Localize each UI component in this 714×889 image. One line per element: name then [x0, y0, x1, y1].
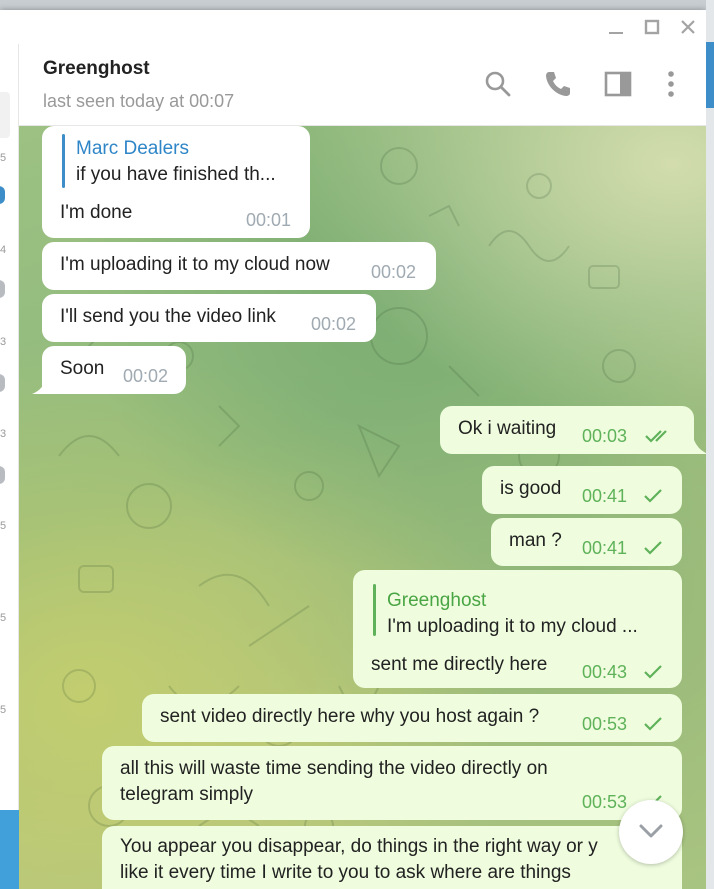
unread-badge	[0, 374, 5, 392]
dialog-item[interactable]: 4	[0, 244, 6, 256]
message-time: 00:01	[246, 210, 292, 230]
peer-name[interactable]: Greenghost	[43, 58, 150, 80]
reply-sender-name[interactable]: Marc Dealers	[76, 138, 189, 160]
sidebar-toggle-icon	[604, 71, 632, 97]
dialog-item[interactable]: 3	[0, 336, 6, 348]
close-button[interactable]	[674, 16, 702, 38]
message-text: Soon	[60, 358, 105, 379]
message-incoming[interactable]: Marc Dealers if you have finished th... …	[42, 126, 310, 238]
message-text: I'm done	[60, 202, 133, 223]
dialog-item[interactable]: 5	[0, 520, 6, 532]
maximize-icon	[644, 19, 660, 35]
message-text: sent me directly here	[371, 654, 548, 675]
telegram-window: 5 4 3 3 5 5 5 Greenghost last seen today…	[0, 10, 706, 889]
reply-quote-bar	[62, 134, 65, 188]
maximize-button[interactable]	[638, 16, 666, 38]
chevron-down-icon	[639, 824, 663, 838]
message-text: Ok i waiting	[458, 418, 557, 439]
search-icon	[485, 71, 511, 97]
check-icon	[644, 665, 662, 679]
title-bar	[0, 10, 706, 44]
message-text: is good	[500, 478, 562, 499]
check-icon	[644, 489, 662, 503]
message-time: 00:53	[582, 714, 628, 734]
double-check-icon	[645, 430, 667, 443]
dialog-date-fragment: 3	[0, 428, 6, 440]
message-text: I'm uploading it to my cloud now	[60, 254, 330, 275]
more-vert-icon	[668, 71, 674, 97]
message-list[interactable]: Marc Dealers if you have finished th... …	[19, 126, 706, 889]
message-time: 00:43	[582, 662, 628, 682]
dialogs-search-edge[interactable]	[0, 92, 10, 138]
check-icon	[644, 717, 662, 731]
message-outgoing[interactable]: sent video directly here why you host ag…	[142, 694, 682, 742]
message-time: 00:41	[582, 486, 628, 506]
message-incoming[interactable]: Soon 00:02	[42, 346, 186, 394]
message-text-line: telegram simply	[120, 784, 254, 805]
message-text-line: You appear you disappear, do things in t…	[120, 836, 598, 857]
message-time: 00:41	[582, 538, 628, 558]
message-text-line: all this will waste time sending the vid…	[120, 758, 548, 779]
dialogs-list-edge: 5 4 3 3 5 5 5	[0, 44, 19, 889]
dialog-date-fragment: 5	[0, 612, 6, 624]
background-window-accent	[706, 42, 714, 108]
message-outgoing[interactable]: Greenghost I'm uploading it to my cloud …	[353, 570, 682, 688]
dialog-item[interactable]: 5	[0, 704, 6, 716]
message-time: 00:02	[311, 314, 357, 334]
message-incoming[interactable]: I'll send you the video link 00:02	[42, 294, 376, 342]
message-outgoing[interactable]: is good 00:41	[482, 466, 682, 514]
message-text: I'll send you the video link	[60, 306, 276, 327]
dialog-item[interactable]: 5	[0, 152, 6, 164]
peer-last-seen: last seen today at 00:07	[43, 91, 235, 111]
reply-sender-name[interactable]: Greenghost	[387, 590, 486, 612]
scroll-to-bottom-button[interactable]	[619, 800, 683, 864]
bubble-tail	[694, 440, 706, 454]
minimize-button[interactable]	[602, 16, 630, 38]
check-icon	[644, 541, 662, 555]
unread-badge	[0, 186, 5, 204]
call-button[interactable]	[543, 69, 573, 99]
dialog-date-fragment: 4	[0, 244, 6, 256]
unread-badge	[0, 280, 5, 298]
more-button[interactable]	[656, 69, 686, 99]
message-text-line: like it every time I write to you to ask…	[120, 862, 571, 883]
close-icon	[681, 20, 695, 34]
dialog-item[interactable]: 5	[0, 612, 6, 624]
message-outgoing[interactable]: Ok i waiting 00:03	[440, 406, 694, 454]
message-time: 00:53	[582, 792, 628, 812]
background-window-edge	[706, 0, 714, 889]
message-text: sent video directly here why you host ag…	[160, 706, 540, 727]
chat-header: Greenghost last seen today at 00:07	[19, 44, 706, 126]
reply-quote-text[interactable]: if you have finished th...	[76, 164, 276, 186]
dialog-date-fragment: 5	[0, 704, 6, 716]
message-incoming[interactable]: I'm uploading it to my cloud now 00:02	[42, 242, 436, 290]
message-text: man ?	[509, 530, 562, 551]
message-time: 00:02	[123, 366, 169, 386]
dialog-date-fragment: 5	[0, 520, 6, 532]
dialog-item-selected[interactable]	[0, 810, 19, 889]
dialog-item[interactable]: 3	[0, 428, 6, 440]
unread-badge	[0, 466, 5, 484]
dialog-date-fragment: 5	[0, 152, 6, 164]
dialog-date-fragment: 3	[0, 336, 6, 348]
phone-icon	[546, 72, 570, 96]
reply-quote-bar	[373, 584, 376, 636]
message-outgoing[interactable]: man ? 00:41	[491, 518, 682, 566]
message-outgoing[interactable]: all this will waste time sending the vid…	[102, 746, 682, 820]
sidebar-toggle-button[interactable]	[603, 69, 633, 99]
message-time: 00:03	[582, 426, 628, 446]
message-outgoing[interactable]: You appear you disappear, do things in t…	[102, 826, 682, 889]
reply-quote-text[interactable]: I'm uploading it to my cloud ...	[387, 616, 638, 638]
message-time: 00:02	[371, 262, 417, 282]
minimize-icon	[609, 32, 623, 34]
search-button[interactable]	[483, 69, 513, 99]
